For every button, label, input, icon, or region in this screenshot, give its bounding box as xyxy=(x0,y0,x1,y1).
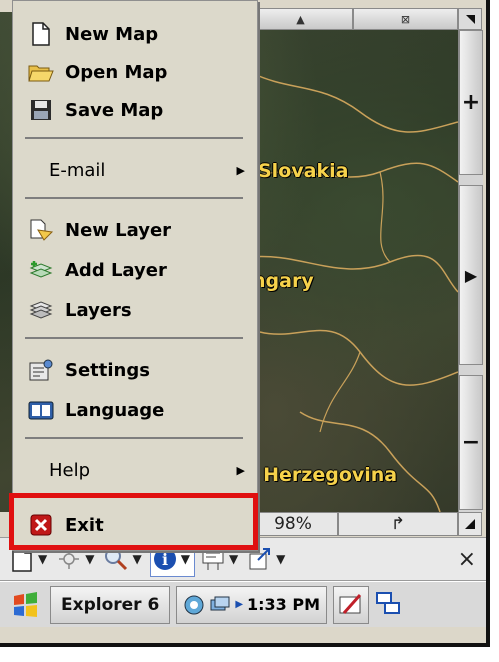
chevron-down-icon[interactable]: ▼ xyxy=(132,552,141,566)
menu-separator xyxy=(25,197,243,199)
taskbar-app-explorer[interactable]: Explorer 6 xyxy=(50,585,171,624)
system-tray[interactable]: ▶ 1:33 PM xyxy=(176,585,328,624)
menu-item-label: Layers xyxy=(65,299,132,321)
exit-highlight-box xyxy=(9,493,258,550)
new-map-icon xyxy=(27,20,55,48)
submenu-arrow-icon: ▶ xyxy=(236,163,245,177)
map-label-slovakia: Slovakia xyxy=(258,160,349,182)
taskbar: Explorer 6 ▶ 1:33 PM xyxy=(0,581,486,627)
menu-separator xyxy=(25,137,243,139)
menu-item-label: Help xyxy=(49,459,91,481)
zoom-percent: 98% xyxy=(248,512,338,536)
menu-separator xyxy=(25,437,243,439)
menu-item-new-map[interactable]: New Map xyxy=(13,15,257,53)
messenger-icon[interactable] xyxy=(183,594,205,616)
map-label-hungary: ngary xyxy=(252,270,314,292)
clock-time[interactable]: 1:33 PM xyxy=(247,595,320,614)
menu-item-language[interactable]: Language xyxy=(13,391,257,429)
menu-item-layers[interactable]: Layers xyxy=(13,291,257,329)
menu-item-label: Settings xyxy=(65,359,150,381)
open-folder-icon xyxy=(27,58,55,86)
menu-item-label: Add Layer xyxy=(65,259,167,281)
svg-text:i: i xyxy=(162,550,168,569)
network-icon[interactable] xyxy=(209,594,231,616)
scroll-up-segment[interactable]: ▲ xyxy=(248,8,353,30)
menu-item-settings[interactable]: Settings xyxy=(13,351,257,389)
menu-item-open-map[interactable]: Open Map xyxy=(13,53,257,91)
corner-arrow-icon[interactable] xyxy=(458,8,482,30)
file-menu: New Map Open Map Save Map E-mail ▶ New L… xyxy=(12,0,258,551)
pan-right-button[interactable]: ▶ xyxy=(459,185,483,365)
scroll-center-segment[interactable]: ⊠ xyxy=(353,8,458,30)
close-icon[interactable]: × xyxy=(458,547,476,572)
tray-expand-icon[interactable]: ▶ xyxy=(235,599,243,610)
map-status-row: 98% ↱ xyxy=(248,512,482,536)
add-layer-icon xyxy=(27,256,55,284)
layers-icon xyxy=(27,296,55,324)
menu-item-label: Save Map xyxy=(65,99,164,121)
save-disk-icon xyxy=(27,96,55,124)
settings-icon xyxy=(27,356,55,384)
menu-item-label: New Map xyxy=(65,23,159,45)
chevron-down-icon[interactable]: ▼ xyxy=(276,552,285,566)
chevron-down-icon[interactable]: ▼ xyxy=(85,552,94,566)
top-scrollbar[interactable]: ▲ ⊠ xyxy=(248,8,482,30)
chevron-down-icon[interactable]: ▼ xyxy=(181,552,190,566)
map-label-herzegovina: l Herzegovina xyxy=(250,464,398,486)
chevron-down-icon[interactable]: ▼ xyxy=(229,552,238,566)
heading-arrow-icon[interactable]: ↱ xyxy=(338,512,458,536)
menu-item-label: Language xyxy=(65,399,165,421)
menu-item-save-map[interactable]: Save Map xyxy=(13,91,257,129)
chevron-down-icon[interactable]: ▼ xyxy=(38,552,47,566)
zoom-out-button[interactable]: − xyxy=(459,375,483,510)
resize-corner-icon[interactable] xyxy=(458,512,482,536)
windows-switch-icon[interactable] xyxy=(375,591,403,619)
menu-item-email[interactable]: E-mail ▶ xyxy=(13,151,257,189)
menu-item-label: E-mail xyxy=(49,159,106,181)
zoom-in-button[interactable]: + xyxy=(459,30,483,175)
right-scrollbar[interactable]: + ▶ − xyxy=(458,30,483,512)
menu-item-new-layer[interactable]: New Layer xyxy=(13,211,257,249)
menu-separator xyxy=(25,337,243,339)
start-windows-icon[interactable] xyxy=(6,586,44,624)
input-panel-button[interactable] xyxy=(333,585,370,624)
menu-item-help[interactable]: Help ▶ xyxy=(13,451,257,489)
new-layer-icon xyxy=(27,216,55,244)
menu-item-label: New Layer xyxy=(65,219,172,241)
language-icon xyxy=(27,396,55,424)
submenu-arrow-icon: ▶ xyxy=(236,463,245,477)
menu-item-add-layer[interactable]: Add Layer xyxy=(13,251,257,289)
pen-keyboard-icon xyxy=(339,593,362,614)
menu-item-label: Open Map xyxy=(65,61,168,83)
